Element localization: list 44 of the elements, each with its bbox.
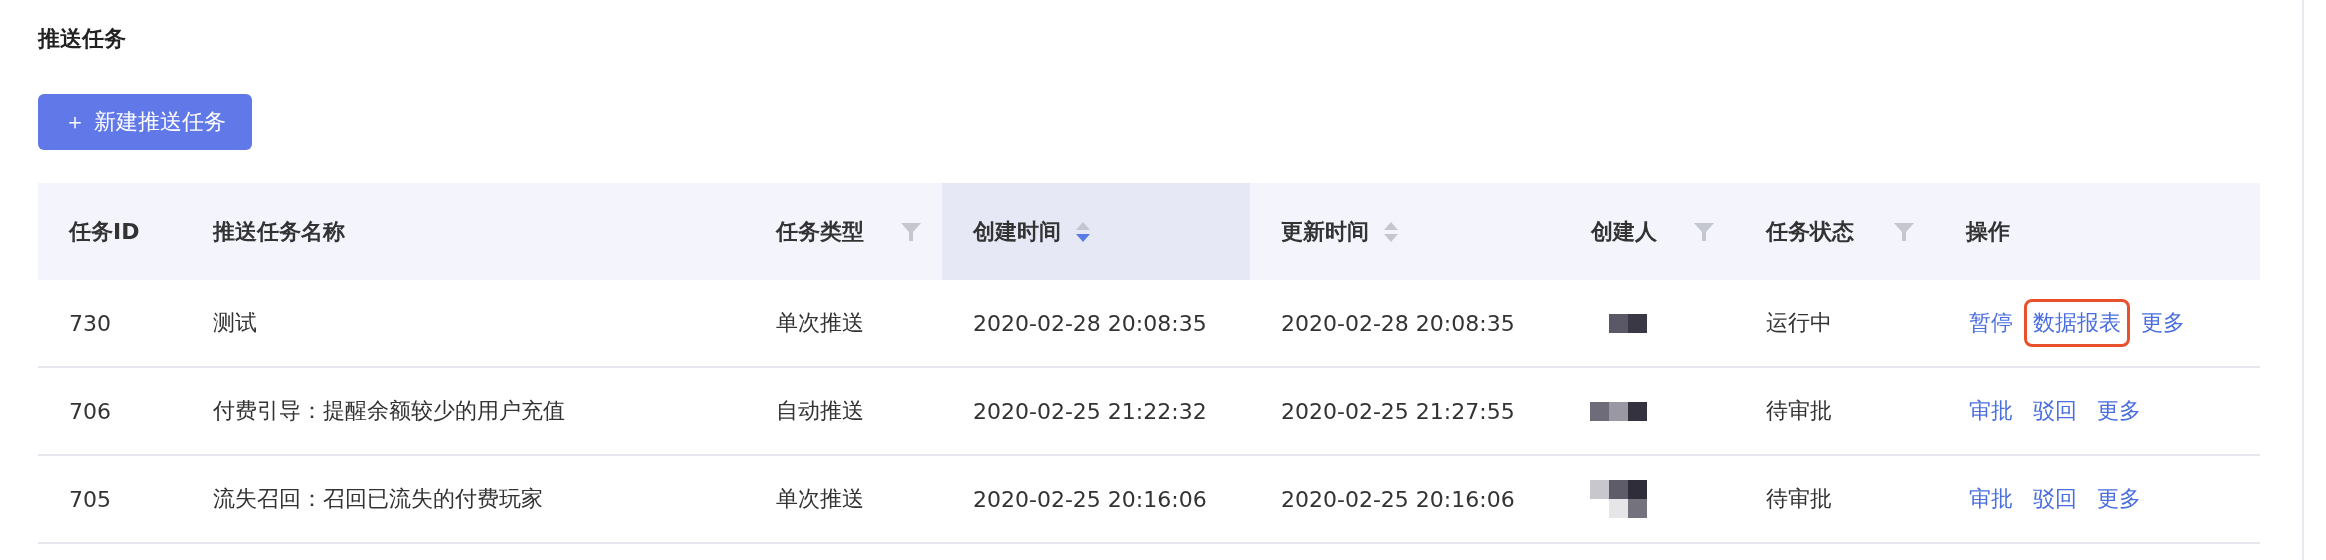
column-title: 任务类型 (776, 217, 864, 246)
page-title: 推送任务 (38, 25, 127, 53)
action-link[interactable]: 审批 (1960, 475, 2022, 523)
task-name: 付费引导：提醒余额较少的用户充值 (213, 397, 565, 425)
action-link[interactable]: 更多 (2088, 387, 2150, 435)
task-type: 单次推送 (776, 309, 864, 337)
updated-time: 2020-02-25 21:27:55 (1281, 398, 1515, 424)
action-link[interactable]: 暂停 (1960, 299, 2022, 347)
column-title: 创建人 (1591, 217, 1657, 246)
action-link[interactable]: 驳回 (2024, 387, 2086, 435)
column-title: 更新时间 (1281, 217, 1369, 246)
sort-icon[interactable] (1075, 220, 1091, 243)
task-id: 730 (69, 310, 111, 336)
updated-time: 2020-02-28 20:08:35 (1281, 310, 1515, 336)
created-time: 2020-02-25 20:16:06 (973, 486, 1207, 512)
task-id: 705 (69, 486, 111, 512)
filter-icon[interactable] (900, 221, 922, 242)
action-link[interactable]: 更多 (2088, 475, 2150, 523)
created-time: 2020-02-25 21:22:32 (973, 398, 1207, 424)
task-status: 待审批 (1766, 397, 1832, 425)
task-status: 待审批 (1766, 485, 1832, 513)
sort-icon[interactable] (1383, 220, 1399, 243)
task-status: 运行中 (1766, 309, 1832, 337)
created-time: 2020-02-28 20:08:35 (973, 310, 1207, 336)
new-task-button[interactable]: ＋ 新建推送任务 (38, 94, 252, 150)
updated-time: 2020-02-25 20:16:06 (1281, 486, 1515, 512)
column-title: 任务状态 (1766, 217, 1854, 246)
task-name: 流失召回：召回已流失的付费玩家 (213, 485, 543, 513)
task-id: 706 (69, 398, 111, 424)
filter-icon[interactable] (1693, 221, 1715, 242)
redacted-drawing (1590, 401, 1647, 421)
column-title: 操作 (1966, 217, 2010, 246)
action-link[interactable]: 数据报表 (2024, 299, 2130, 347)
column-title: 推送任务名称 (213, 217, 345, 246)
task-type: 单次推送 (776, 485, 864, 513)
filter-icon[interactable] (1893, 221, 1915, 242)
task-name: 测试 (213, 309, 257, 337)
action-link[interactable]: 审批 (1960, 387, 2022, 435)
column-title: 创建时间 (973, 217, 1061, 246)
column-title: 任务ID (69, 217, 140, 246)
task-type: 自动推送 (776, 397, 864, 425)
action-link[interactable]: 驳回 (2024, 475, 2086, 523)
redacted-drawing (1590, 480, 1647, 518)
action-link[interactable]: 更多 (2132, 299, 2194, 347)
